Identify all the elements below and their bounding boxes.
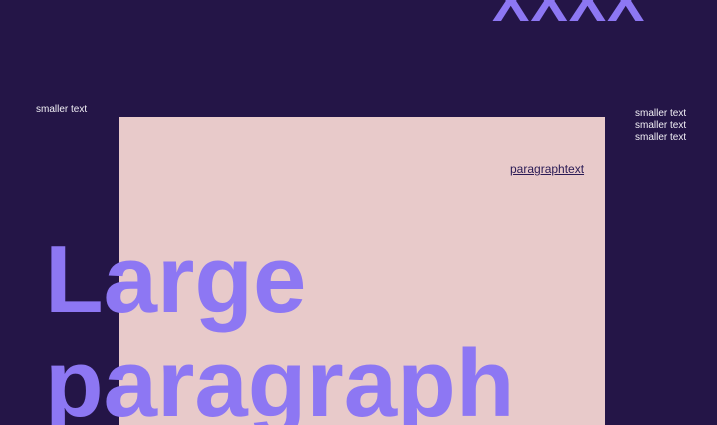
right-caption-group: smaller text smaller text smaller text xyxy=(635,108,686,144)
right-caption-1: smaller text xyxy=(635,108,687,119)
left-caption: smaller text xyxy=(36,104,88,115)
paragraph-link[interactable]: paragraphtext xyxy=(510,162,584,176)
top-mark-text: XXXX xyxy=(492,0,646,33)
right-caption-3: smaller text xyxy=(635,132,687,143)
headline-line-2: paragraph xyxy=(45,330,515,425)
right-caption-2: smaller text xyxy=(635,120,687,131)
canvas: XXXX smaller text smaller text smaller t… xyxy=(0,0,717,425)
headline-line-1: Large xyxy=(45,226,307,333)
large-headline: Large paragraph xyxy=(45,228,514,425)
